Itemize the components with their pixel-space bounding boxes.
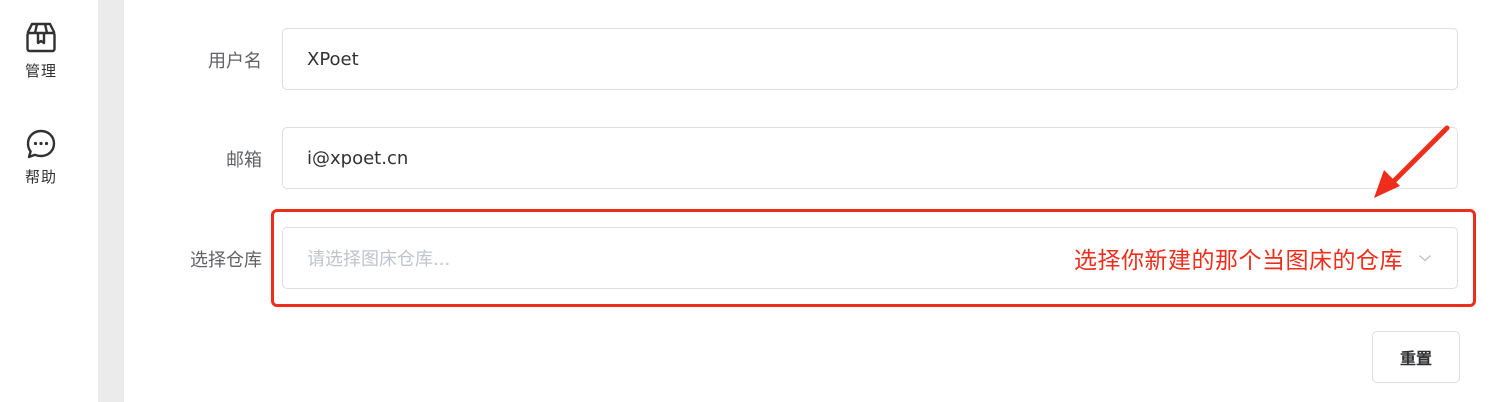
annotation-arrow-icon bbox=[1374, 125, 1450, 198]
reset-button[interactable]: 重置 bbox=[1372, 331, 1460, 383]
